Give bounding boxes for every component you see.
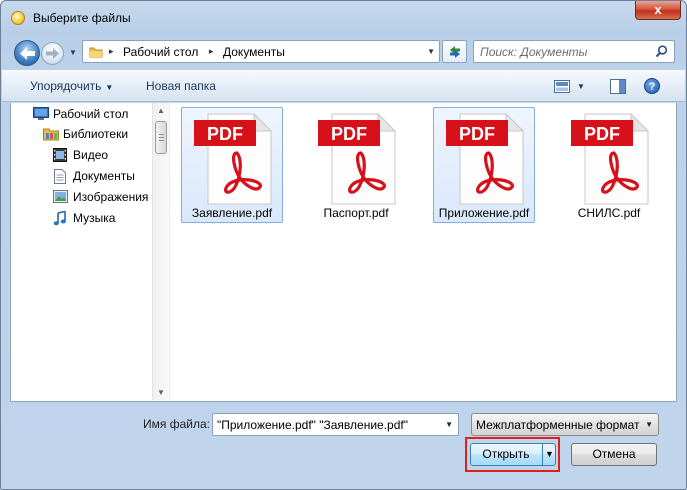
preview-pane-icon[interactable] <box>610 79 626 94</box>
chevron-down-icon: ▼ <box>105 83 114 92</box>
file-item-prilozhenie[interactable]: PDF Приложение.pdf <box>433 107 535 223</box>
pdf-file-icon: PDF <box>446 113 524 205</box>
pdf-badge: PDF <box>584 124 620 144</box>
file-name: СНИЛС.pdf <box>577 206 641 220</box>
file-type-filter-select[interactable]: Межплатформенные формат ▼ <box>471 413 659 436</box>
libraries-icon <box>43 128 59 141</box>
filename-combobox[interactable]: ▼ <box>212 413 459 436</box>
recent-locations-dropdown-icon[interactable]: ▼ <box>69 48 77 57</box>
open-options-dropdown-icon[interactable]: ▼ <box>545 444 554 465</box>
breadcrumb-separator-icon[interactable]: ▸ <box>209 46 214 57</box>
command-toolbar: Упорядочить ▼ Новая папка ▼ ? <box>2 70 685 102</box>
filename-label: Имя файла: <box>143 417 210 431</box>
music-icon <box>53 211 66 226</box>
scroll-down-icon[interactable]: ▼ <box>157 388 165 397</box>
content-area: Рабочий стол Библиотеки Видео Документы … <box>10 103 677 402</box>
pdf-badge: PDF <box>459 124 495 144</box>
search-box[interactable] <box>473 40 675 63</box>
close-icon: x <box>654 2 662 17</box>
breadcrumb-separator-icon[interactable]: ▸ <box>109 46 114 57</box>
scroll-up-icon[interactable]: ▲ <box>157 106 165 115</box>
refresh-icon <box>450 46 460 58</box>
address-dropdown-icon[interactable]: ▼ <box>427 47 435 56</box>
file-type-filter-value: Межплатформенные формат <box>476 418 640 432</box>
sidebar-item-label: Рабочий стол <box>53 107 129 121</box>
breadcrumb-desktop[interactable]: Рабочий стол <box>123 45 198 59</box>
split-divider <box>542 444 543 465</box>
file-name: Приложение.pdf <box>438 206 530 220</box>
sidebar-item-label: Музыка <box>73 211 116 225</box>
pdf-file-icon: PDF <box>571 113 649 205</box>
scrollbar-thumb[interactable] <box>155 121 167 154</box>
chevron-down-icon: ▼ <box>645 420 653 429</box>
cancel-button[interactable]: Отмена <box>571 443 657 466</box>
file-name: Паспорт.pdf <box>323 206 389 220</box>
filename-dropdown-icon[interactable]: ▼ <box>445 420 453 429</box>
folder-icon <box>89 47 103 58</box>
sidebar-item-label: Документы <box>73 169 135 183</box>
sidebar-item-label: Изображения <box>73 190 149 204</box>
search-input[interactable] <box>480 44 650 59</box>
close-button[interactable]: x <box>635 1 681 20</box>
pdf-badge: PDF <box>207 124 243 144</box>
window-title: Выберите файлы <box>33 11 131 25</box>
documents-icon <box>54 169 66 184</box>
view-dropdown-icon[interactable]: ▼ <box>577 82 585 91</box>
file-open-dialog: Выберите файлы x ▼ ▸ Рабочий стол ▸ Доку… <box>0 0 687 490</box>
navigation-pane: Рабочий стол Библиотеки Видео Документы … <box>11 103 169 400</box>
organize-label: Упорядочить <box>30 79 102 93</box>
filename-input[interactable] <box>217 417 432 432</box>
open-button-label: Открыть <box>482 447 530 461</box>
sidebar-item-label: Библиотеки <box>63 127 129 141</box>
arrow-left-icon <box>20 47 35 60</box>
change-view-icon[interactable] <box>554 80 570 93</box>
pane-divider[interactable] <box>169 103 170 400</box>
back-button[interactable] <box>14 40 40 66</box>
address-bar[interactable]: ▸ Рабочий стол ▸ Документы ▼ <box>82 40 440 63</box>
file-item-snils[interactable]: PDF СНИЛС.pdf <box>558 107 660 223</box>
file-item-pasport[interactable]: PDF Паспорт.pdf <box>305 107 407 223</box>
pdf-file-icon: PDF <box>318 113 396 205</box>
refresh-button[interactable] <box>442 40 467 63</box>
title-bar[interactable]: Выберите файлы x <box>1 1 686 35</box>
forward-button[interactable] <box>41 42 64 65</box>
new-folder-button[interactable]: Новая папка <box>146 79 216 93</box>
file-name: Заявление.pdf <box>191 206 273 220</box>
search-icon[interactable] <box>655 45 668 58</box>
breadcrumb-documents[interactable]: Документы <box>223 45 285 59</box>
help-icon[interactable]: ? <box>644 78 660 94</box>
open-button[interactable]: Открыть ▼ <box>470 443 556 466</box>
organize-menu-button[interactable]: Упорядочить ▼ <box>30 79 113 93</box>
sidebar-item-label: Видео <box>73 148 109 162</box>
navigation-scrollbar[interactable]: ▲ ▼ <box>152 103 169 400</box>
pdf-badge: PDF <box>331 124 367 144</box>
pdf-file-icon: PDF <box>194 113 272 205</box>
pictures-icon <box>53 190 68 203</box>
dialog-app-icon <box>11 11 25 25</box>
video-icon <box>53 148 67 162</box>
desktop-icon <box>33 107 49 120</box>
arrow-right-icon <box>46 48 59 59</box>
file-item-zayavlenie[interactable]: PDF Заявление.pdf <box>181 107 283 223</box>
